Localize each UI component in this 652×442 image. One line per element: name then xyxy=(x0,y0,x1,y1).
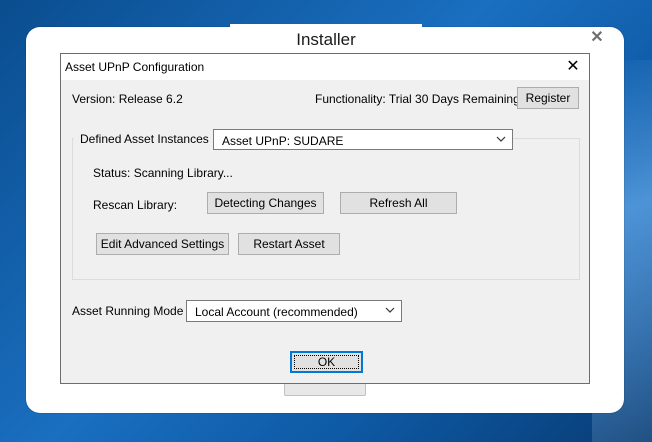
dialog-title: Asset UPnP Configuration xyxy=(65,60,205,74)
instance-dropdown-value: Asset UPnP: SUDARE xyxy=(222,134,344,148)
refresh-all-button[interactable]: Refresh All xyxy=(340,192,457,214)
rescan-library-label: Rescan Library: xyxy=(93,198,178,212)
detecting-changes-button[interactable]: Detecting Changes xyxy=(207,192,324,214)
edit-advanced-settings-button[interactable]: Edit Advanced Settings xyxy=(96,233,229,255)
installer-close-icon[interactable]: ✕ xyxy=(588,29,606,47)
chevron-down-icon xyxy=(385,307,395,313)
register-button[interactable]: Register xyxy=(517,87,579,109)
running-mode-dropdown-value: Local Account (recommended) xyxy=(195,305,358,319)
functionality-label: Functionality: Trial 30 Days Remaining xyxy=(315,92,520,106)
chevron-down-icon xyxy=(496,136,506,142)
version-label: Version: Release 6.2 xyxy=(72,92,183,106)
asset-upnp-config-dialog: Asset UPnP Configuration ✕ Version: Rele… xyxy=(60,53,590,384)
status-label: Status: Scanning Library... xyxy=(93,166,233,180)
restart-asset-button[interactable]: Restart Asset xyxy=(238,233,340,255)
instance-dropdown[interactable]: Asset UPnP: SUDARE xyxy=(213,129,513,150)
dialog-close-icon[interactable]: ✕ xyxy=(561,56,585,78)
ok-focus-ring xyxy=(294,355,359,369)
installer-title: Installer xyxy=(296,30,356,49)
running-mode-dropdown[interactable]: Local Account (recommended) xyxy=(186,300,402,322)
running-mode-label: Asset Running Mode xyxy=(72,304,184,318)
instances-group-label: Defined Asset Instances xyxy=(74,132,215,146)
dialog-titlebar: Asset UPnP Configuration ✕ xyxy=(61,54,589,80)
ok-button[interactable]: OK xyxy=(290,351,363,373)
